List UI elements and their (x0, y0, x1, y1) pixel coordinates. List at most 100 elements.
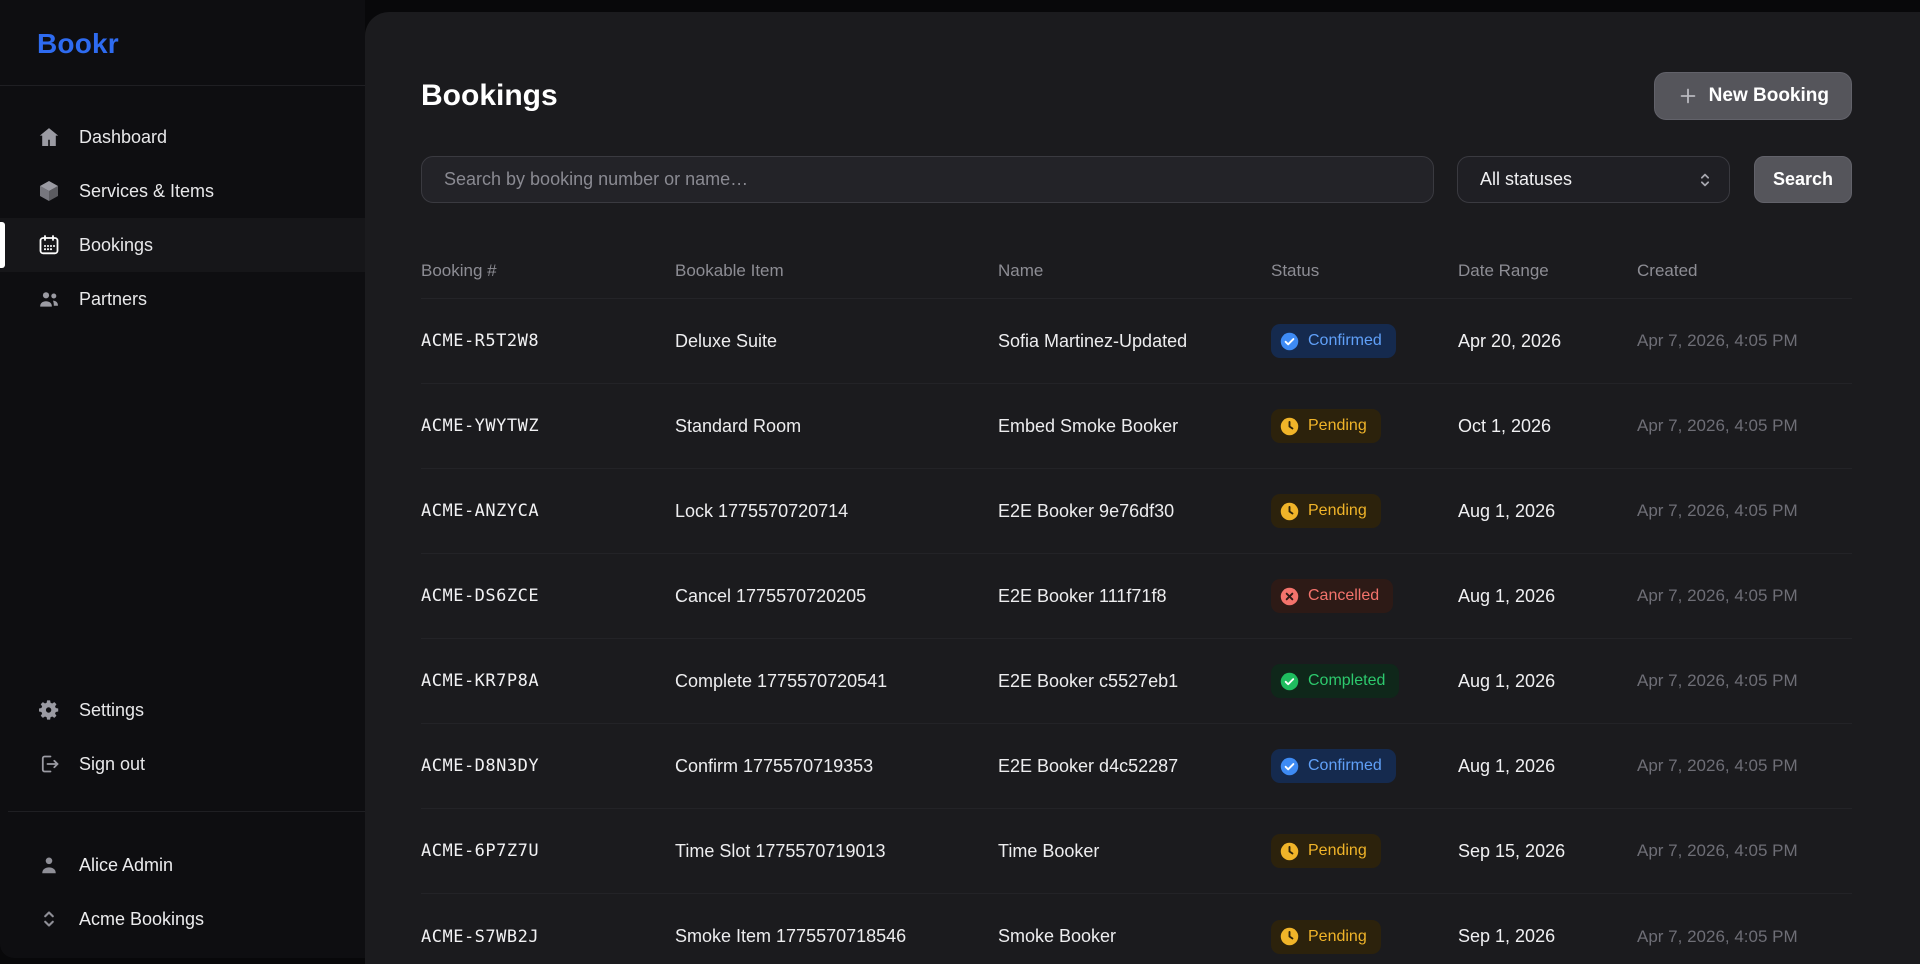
box-icon (37, 179, 61, 203)
home-icon (37, 125, 61, 149)
cell-created: Apr 7, 2026, 4:05 PM (1637, 331, 1852, 351)
cell-created: Apr 7, 2026, 4:05 PM (1637, 501, 1852, 521)
status-badge-label: Confirmed (1308, 332, 1382, 350)
sidebar-item-partners[interactable]: Partners (0, 272, 365, 326)
user-menu[interactable]: Alice Admin (0, 838, 365, 892)
logo-block: Bookr (0, 0, 365, 86)
table-row[interactable]: ACME-6P7Z7U Time Slot 1775570719013 Time… (421, 809, 1852, 894)
cell-status: Pending (1271, 409, 1458, 443)
table-row[interactable]: ACME-S7WB2J Smoke Item 1775570718546 Smo… (421, 894, 1852, 964)
x-circle-icon (1280, 587, 1299, 606)
cell-created: Apr 7, 2026, 4:05 PM (1637, 671, 1852, 691)
sidebar-item-settings[interactable]: Settings (0, 683, 365, 737)
chevron-up-down-icon (1695, 170, 1715, 190)
sidebar: Bookr Dashboard Services & Items Booking… (0, 0, 365, 958)
sidebar-user-section: Alice Admin Acme Bookings (0, 812, 365, 958)
cell-bookable-item: Confirm 1775570719353 (675, 756, 998, 777)
cell-name: Embed Smoke Booker (998, 416, 1271, 437)
cell-date-range: Aug 1, 2026 (1458, 671, 1637, 692)
cell-name: Time Booker (998, 841, 1271, 862)
search-input[interactable] (421, 156, 1434, 203)
signout-icon (37, 752, 61, 776)
sidebar-item-label: Partners (79, 289, 147, 310)
new-booking-button[interactable]: New Booking (1654, 72, 1852, 120)
org-switcher[interactable]: Acme Bookings (0, 892, 365, 946)
sidebar-item-services-items[interactable]: Services & Items (0, 164, 365, 218)
filter-row: All statuses Search (421, 156, 1852, 203)
cell-created: Apr 7, 2026, 4:05 PM (1637, 586, 1852, 606)
cell-created: Apr 7, 2026, 4:05 PM (1637, 927, 1852, 947)
cell-bookable-item: Standard Room (675, 416, 998, 437)
status-filter-value: All statuses (1480, 169, 1572, 190)
badge-check-icon (1280, 672, 1299, 691)
sidebar-item-bookings[interactable]: Bookings (0, 218, 365, 272)
cell-date-range: Sep 15, 2026 (1458, 841, 1637, 862)
column-header-created: Created (1637, 261, 1852, 281)
cell-name: E2E Booker c5527eb1 (998, 671, 1271, 692)
sidebar-nav: Dashboard Services & Items Bookings Part… (0, 86, 365, 326)
status-badge: Confirmed (1271, 324, 1396, 358)
status-filter-select[interactable]: All statuses (1457, 156, 1730, 203)
column-header-date-range: Date Range (1458, 261, 1637, 281)
status-badge: Pending (1271, 494, 1381, 528)
cell-date-range: Aug 1, 2026 (1458, 756, 1637, 777)
cell-status: Pending (1271, 494, 1458, 528)
org-name: Acme Bookings (79, 909, 204, 930)
cell-status: Pending (1271, 920, 1458, 954)
status-badge-label: Completed (1308, 672, 1385, 690)
new-booking-label: New Booking (1709, 85, 1829, 107)
status-badge-label: Confirmed (1308, 757, 1382, 775)
cell-status: Pending (1271, 834, 1458, 868)
sidebar-footer-nav: Settings Sign out (0, 659, 365, 791)
table-row[interactable]: ACME-D8N3DY Confirm 1775570719353 E2E Bo… (421, 724, 1852, 809)
cell-created: Apr 7, 2026, 4:05 PM (1637, 841, 1852, 861)
cell-bookable-item: Time Slot 1775570719013 (675, 841, 998, 862)
sidebar-item-label: Sign out (79, 754, 145, 775)
status-badge: Confirmed (1271, 749, 1396, 783)
clock-icon (1280, 927, 1299, 946)
cell-bookable-item: Deluxe Suite (675, 331, 998, 352)
sidebar-item-dashboard[interactable]: Dashboard (0, 110, 365, 164)
cell-bookable-item: Cancel 1775570720205 (675, 586, 998, 607)
status-badge-label: Pending (1308, 928, 1367, 946)
status-badge: Cancelled (1271, 579, 1393, 613)
cell-booking-number: ACME-R5T2W8 (421, 331, 675, 351)
app-logo: Bookr (37, 28, 119, 59)
table-header-row: Booking #Bookable ItemNameStatusDate Ran… (421, 243, 1852, 299)
clock-icon (1280, 502, 1299, 521)
cell-bookable-item: Smoke Item 1775570718546 (675, 926, 998, 947)
cell-status: Cancelled (1271, 579, 1458, 613)
chevron-up-down-icon (37, 907, 61, 931)
table-row[interactable]: ACME-YWYTWZ Standard Room Embed Smoke Bo… (421, 384, 1852, 469)
clock-icon (1280, 417, 1299, 436)
main-header: Bookings New Booking (421, 72, 1852, 120)
plus-icon (1677, 85, 1699, 107)
cell-name: E2E Booker 111f71f8 (998, 586, 1271, 607)
cell-bookable-item: Complete 1775570720541 (675, 671, 998, 692)
table-row[interactable]: ACME-R5T2W8 Deluxe Suite Sofia Martinez-… (421, 299, 1852, 384)
users-icon (37, 287, 61, 311)
table-row[interactable]: ACME-ANZYCA Lock 1775570720714 E2E Booke… (421, 469, 1852, 554)
status-badge-label: Cancelled (1308, 587, 1379, 605)
person-icon (37, 853, 61, 877)
table-body: ACME-R5T2W8 Deluxe Suite Sofia Martinez-… (421, 299, 1852, 964)
column-header-booking: Booking # (421, 261, 675, 281)
table-row[interactable]: ACME-DS6ZCE Cancel 1775570720205 E2E Boo… (421, 554, 1852, 639)
status-badge: Completed (1271, 664, 1399, 698)
calendar-icon (37, 233, 61, 257)
cell-date-range: Aug 1, 2026 (1458, 586, 1637, 607)
cell-created: Apr 7, 2026, 4:05 PM (1637, 756, 1852, 776)
cell-name: E2E Booker 9e76df30 (998, 501, 1271, 522)
table-row[interactable]: ACME-KR7P8A Complete 1775570720541 E2E B… (421, 639, 1852, 724)
search-button[interactable]: Search (1754, 156, 1852, 203)
sidebar-item-sign-out[interactable]: Sign out (0, 737, 365, 791)
cell-name: Smoke Booker (998, 926, 1271, 947)
sidebar-item-label: Services & Items (79, 181, 214, 202)
sidebar-item-label: Settings (79, 700, 144, 721)
column-header-name: Name (998, 261, 1271, 281)
cell-booking-number: ACME-S7WB2J (421, 927, 675, 947)
cell-bookable-item: Lock 1775570720714 (675, 501, 998, 522)
user-name: Alice Admin (79, 855, 173, 876)
app-root: Bookr Dashboard Services & Items Booking… (0, 0, 1920, 964)
cell-date-range: Sep 1, 2026 (1458, 926, 1637, 947)
